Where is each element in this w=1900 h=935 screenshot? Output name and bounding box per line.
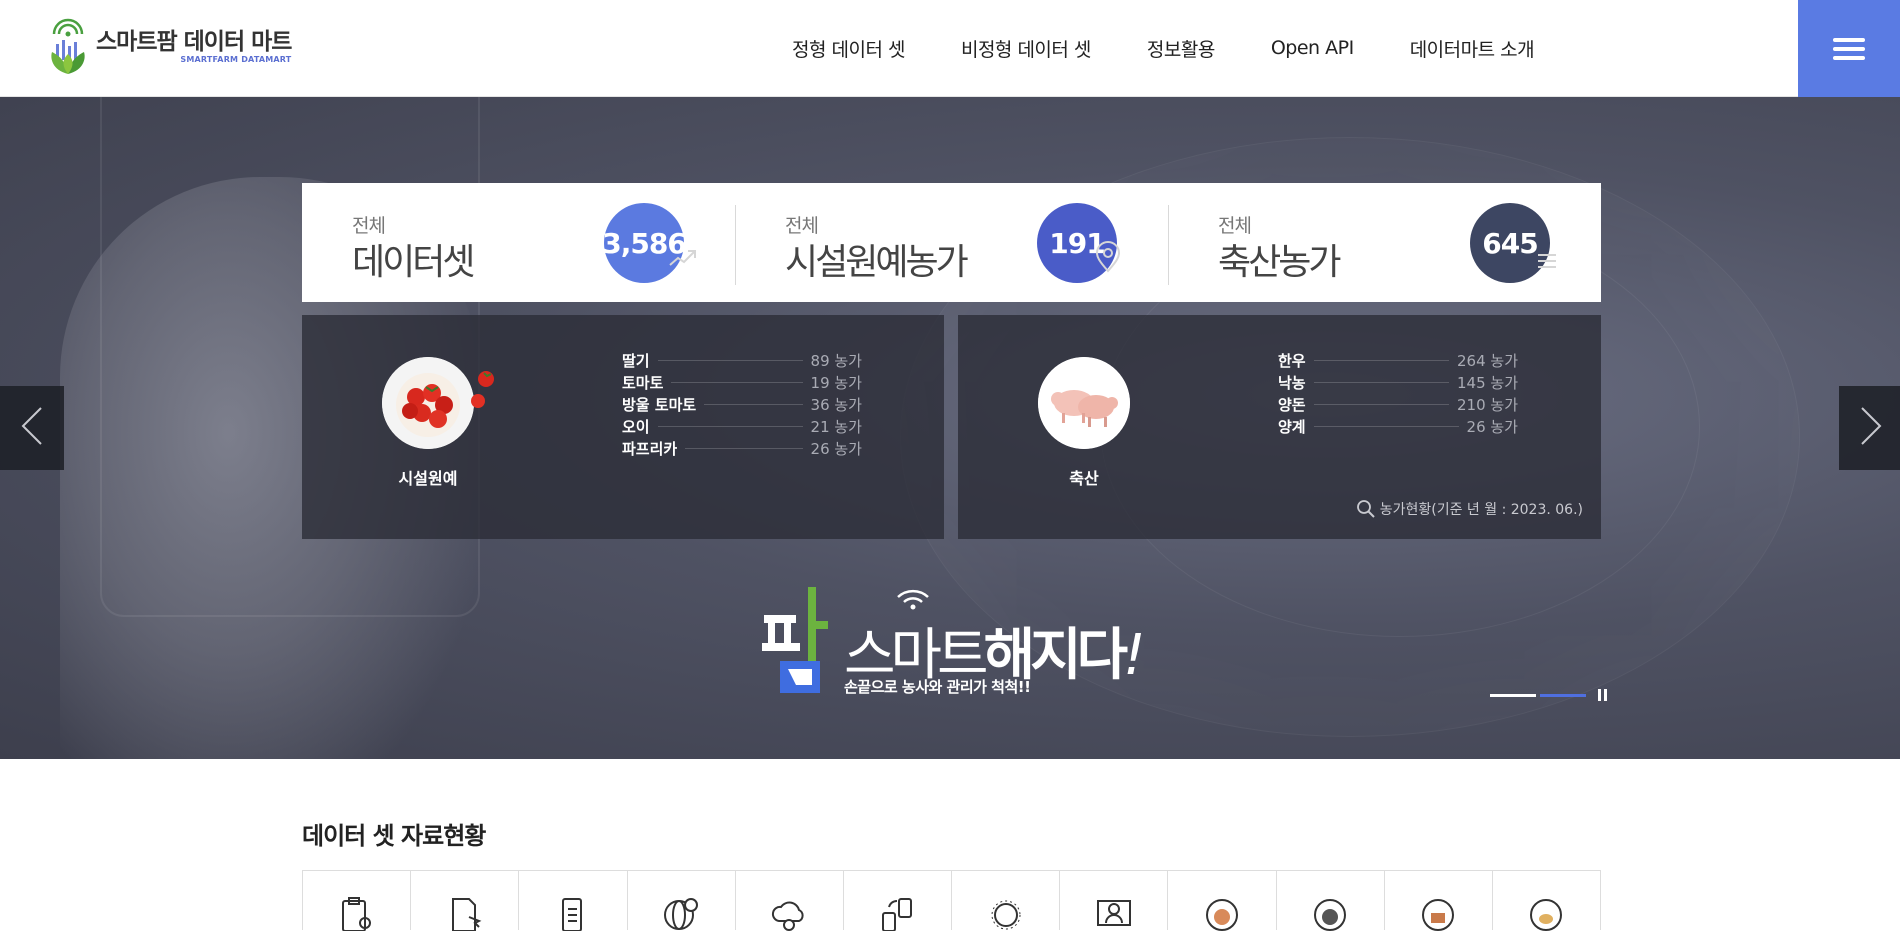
tomato-thumbnail: [382, 357, 474, 449]
category-card[interactable]: [1493, 871, 1600, 931]
farm-logo-mark-icon: [758, 585, 844, 700]
cycle-chicken-icon: [1526, 895, 1566, 931]
cycle-livestock-icon: [1310, 895, 1350, 931]
slide-dot-1[interactable]: [1490, 693, 1536, 697]
category-card[interactable]: [1168, 871, 1277, 931]
stat-label: 시설원예농가: [785, 242, 969, 283]
category-card[interactable]: [303, 871, 412, 932]
list-item[interactable]: 토마토 19 농가: [622, 371, 862, 393]
category-card[interactable]: [1385, 871, 1493, 931]
list-item[interactable]: 오이 21 농가: [622, 415, 862, 437]
cycle-cow-icon: [1202, 895, 1242, 931]
category-card[interactable]: [1277, 871, 1385, 931]
nav-open-api[interactable]: Open API: [1271, 37, 1354, 59]
list-item[interactable]: 양계 26 농가: [1278, 415, 1518, 437]
farm-status-note-text: 농가현황(기준 년 월 : 2023. 06.): [1379, 502, 1583, 518]
nav-about[interactable]: 데이터마트 소개: [1410, 35, 1535, 62]
slider-pagination: [1490, 689, 1610, 701]
nav-structured-dataset[interactable]: 정형 데이터 셋: [792, 35, 905, 62]
logo-leaf-icon: [48, 16, 88, 76]
category-card[interactable]: [952, 871, 1061, 930]
category-card[interactable]: [844, 871, 953, 932]
list-item[interactable]: 한우 264 농가: [1278, 349, 1518, 371]
logo-subtitle: SMARTFARM DATAMART: [180, 54, 292, 64]
clipboard-search-icon: [337, 895, 377, 932]
stat-label: 축산농가: [1218, 242, 1341, 283]
prev-slide-button[interactable]: [0, 386, 64, 470]
menu-button[interactable]: [1798, 0, 1900, 97]
list-icon: [1536, 247, 1558, 277]
stats-bar: 전체 데이터셋 3,586 전체 시설원예농가 191 전체 축산농가 645: [302, 183, 1601, 302]
facility-label: 시설원예: [398, 469, 458, 488]
sun-icon: [986, 895, 1026, 930]
list-item[interactable]: 딸기 89 농가: [622, 349, 862, 371]
trend-icon: [668, 245, 698, 275]
screen-user-icon: [1094, 895, 1134, 930]
facility-crop-list: 딸기 89 농가 토마토 19 농가 방울 토마토 36 농가 오이 21 농가 파프리…: [622, 349, 862, 459]
chevron-right-icon: [1860, 406, 1882, 450]
category-card[interactable]: [628, 871, 736, 930]
list-item[interactable]: 방울 토마토 36 농가: [622, 393, 862, 415]
cycle-barn-icon: [1418, 895, 1458, 931]
document-cursor-icon: [445, 895, 485, 932]
search-icon: [1356, 499, 1376, 519]
category-card[interactable]: [519, 871, 628, 932]
cloud-gear-icon: [769, 895, 809, 931]
stat-dataset[interactable]: 전체 데이터셋 3,586: [302, 183, 735, 302]
livestock-farm-panel: 축산 한우 264 농가 낙농 145 농가 양돈 210 농가 양계 26 농가 농가…: [958, 315, 1601, 539]
slogan-sub: 손끝으로 농사와 관리가 척척!!: [844, 678, 1031, 696]
livestock-label: 축산: [1069, 469, 1099, 488]
pause-icon[interactable]: [1598, 689, 1610, 701]
wifi-icon: [896, 587, 930, 615]
livestock-list: 한우 264 농가 낙농 145 농가 양돈 210 농가 양계 26 농가: [1278, 349, 1518, 437]
hero-slogan: 스마트해지다! 손끝으로 농사와 관리가 척척!!: [758, 585, 1178, 700]
site-header: 스마트팜 데이터 마트 SMARTFARM DATAMART 정형 데이터 셋 …: [0, 0, 1900, 97]
nav-unstructured-dataset[interactable]: 비정형 데이터 셋: [961, 35, 1091, 62]
chevron-left-icon: [21, 406, 43, 450]
stat-facility-farms[interactable]: 전체 시설원예농가 191: [735, 183, 1168, 302]
slogan-exclaim: !: [1123, 623, 1146, 688]
nav-info-usage[interactable]: 정보활용: [1147, 35, 1215, 62]
farm-status-note[interactable]: 농가현황(기준 년 월 : 2023. 06.): [1356, 499, 1583, 519]
globe-user-icon: [661, 895, 701, 930]
pig-thumbnail: [1038, 357, 1130, 449]
logo[interactable]: 스마트팜 데이터 마트 SMARTFARM DATAMART: [48, 16, 292, 76]
location-pin-icon: [1093, 241, 1123, 280]
dataset-category-list: [302, 870, 1601, 932]
facility-farm-panel: 시설원예 딸기 89 농가 토마토 19 농가 방울 토마토 36 농가 오이 21 농…: [302, 315, 944, 539]
next-slide-button[interactable]: [1839, 386, 1900, 470]
hamburger-menu-icon: [1833, 33, 1865, 65]
list-item[interactable]: 낙농 145 농가: [1278, 371, 1518, 393]
stat-livestock-farms[interactable]: 전체 축산농가 645: [1168, 183, 1601, 302]
logo-title: 스마트팜 데이터 마트: [96, 28, 292, 55]
category-card[interactable]: [411, 871, 520, 932]
main-nav: 정형 데이터 셋 비정형 데이터 셋 정보활용 Open API 데이터마트 소…: [792, 0, 1590, 96]
slide-dot-2[interactable]: [1540, 693, 1586, 697]
tomato-vine-icon: [468, 371, 498, 415]
category-card[interactable]: [736, 871, 844, 931]
stat-label: 데이터셋: [352, 242, 475, 283]
category-card[interactable]: [1060, 871, 1169, 930]
devices-sync-icon: [877, 895, 917, 932]
list-item[interactable]: 양돈 210 농가: [1278, 393, 1518, 415]
list-item[interactable]: 파프리카 26 농가: [622, 437, 862, 459]
document-list-icon: [553, 895, 593, 932]
section-title: 데이터 셋 자료현황: [302, 822, 486, 850]
